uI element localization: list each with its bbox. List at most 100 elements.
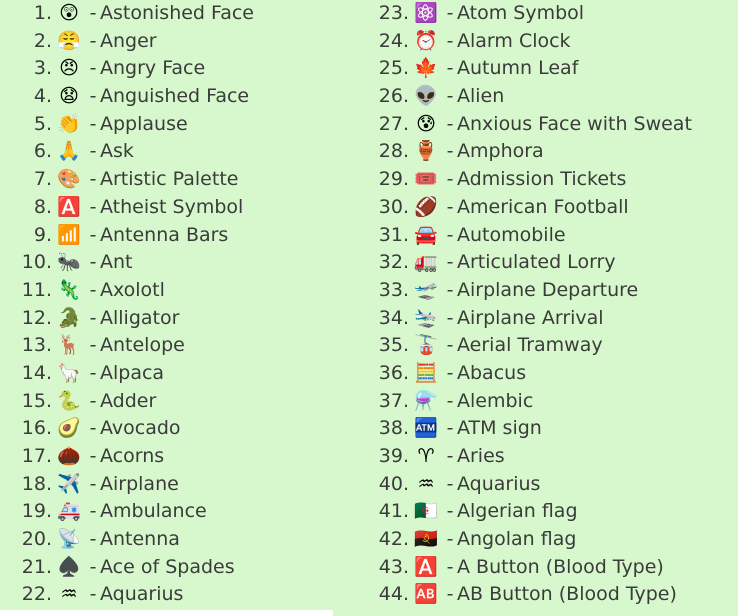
- list-item-number: 37.: [378, 389, 409, 412]
- list-item: 35. 🚡 - Aerial Tramway: [337, 332, 738, 360]
- list-item-separator: -: [446, 112, 454, 135]
- list-item-separator: -: [446, 140, 454, 163]
- right-column: 23. ⚛️ - Atom Symbol 24. ⏰ - Alarm Clock 25. 🍁 - Au…: [337, 0, 738, 616]
- list-item-separator: -: [89, 112, 97, 135]
- list-item-number: 20.: [21, 528, 52, 551]
- ambulance-emoji: 🚑: [57, 500, 81, 523]
- list-item-number: 28.: [378, 140, 409, 163]
- alembic-emoji: ⚗️: [414, 389, 438, 412]
- list-item-label: Ask: [100, 140, 134, 163]
- list-item-number: 19.: [21, 500, 52, 523]
- anxious-face-with-sweat-emoji: 😰: [416, 112, 436, 135]
- list-item-number: 40.: [378, 472, 409, 495]
- list-item-label: Alligator: [100, 306, 180, 329]
- articulated-lorry-emoji: 🚛: [414, 251, 438, 274]
- list-item-separator: -: [446, 251, 454, 274]
- list-item-label: ATM sign: [457, 417, 542, 440]
- list-item: 13. 🦌 - Antelope: [0, 332, 337, 360]
- list-item-label: Algerian flag: [457, 500, 578, 523]
- list-item: 18. ✈️ - Airplane: [0, 471, 337, 499]
- list-item-number: 18.: [21, 472, 52, 495]
- american-football-emoji: 🏈: [414, 195, 438, 218]
- list-item-label: Artistic Palette: [100, 168, 239, 191]
- list-item: 42. 🇦🇴 - Angolan flag: [337, 526, 738, 554]
- list-item: 40. ♒ - Aquarius: [337, 471, 738, 499]
- emoji-list-page: 1. 😲 - Astonished Face 2. 😤 - Anger 3. 😠 - Angry Fa…: [0, 0, 738, 616]
- list-item-number: 43.: [378, 555, 409, 578]
- acorns-chestnut-emoji: 🌰: [57, 445, 81, 467]
- list-item-label: Aries: [457, 445, 505, 467]
- angolan-flag-emoji: 🇦🇴: [414, 528, 438, 551]
- list-item-separator: -: [89, 528, 97, 551]
- airplane-arrival-emoji: 🛬: [414, 306, 438, 329]
- list-item-number: 4.: [33, 85, 52, 108]
- list-item-separator: -: [446, 583, 454, 606]
- list-item: 43. 🅰️ - A Button (Blood Type): [337, 554, 738, 582]
- alien-emoji: 👽: [414, 85, 438, 108]
- list-item: 22. ♒ - Aquarius: [0, 581, 337, 609]
- algerian-flag-emoji: 🇩🇿: [414, 500, 438, 523]
- list-item-separator: -: [89, 57, 97, 80]
- list-item-number: 42.: [378, 528, 409, 551]
- alarm-clock-emoji: ⏰: [414, 29, 438, 52]
- atheist-symbol-emoji: 🅰️: [57, 195, 81, 218]
- list-item-label: Anxious Face with Sweat: [457, 112, 692, 135]
- list-item-separator: -: [89, 361, 97, 384]
- list-item-separator: -: [446, 85, 454, 108]
- list-item-number: 7.: [33, 168, 52, 191]
- list-item-number: 13.: [21, 334, 52, 357]
- list-item-label: Airplane: [100, 472, 179, 495]
- list-item-label: Aerial Tramway: [457, 334, 603, 357]
- adder-snake-emoji: 🐍: [57, 389, 81, 412]
- admission-tickets-emoji: 🎟️: [414, 168, 438, 191]
- list-item-separator: -: [446, 528, 454, 551]
- list-item-label: Alien: [457, 85, 505, 108]
- alpaca-llama-emoji: 🦙: [57, 361, 81, 384]
- list-item-label: Alembic: [457, 389, 534, 412]
- list-item-number: 31.: [378, 223, 409, 246]
- list-item-separator: -: [89, 2, 97, 24]
- list-item: 27. 😰 - Anxious Face with Sweat: [337, 111, 738, 139]
- list-item: 8. 🅰️ - Atheist Symbol: [0, 194, 337, 222]
- list-item-label: Aquarius: [100, 583, 184, 606]
- aerial-tramway-emoji: 🚡: [414, 334, 438, 357]
- antelope-deer-emoji: 🦌: [57, 334, 81, 357]
- list-item: 11. 🦎 - Axolotl: [0, 277, 337, 305]
- list-item-separator: -: [89, 472, 97, 495]
- emoji-list-columns: 1. 😲 - Astonished Face 2. 😤 - Anger 3. 😠 - Angry Fa…: [0, 0, 738, 616]
- list-item-number: 38.: [378, 417, 409, 440]
- list-item-label: Antenna Bars: [100, 223, 229, 246]
- list-item-label: Angolan flag: [457, 528, 577, 551]
- anger-emoji: 😤: [57, 29, 81, 52]
- list-item-separator: -: [89, 278, 97, 301]
- list-item-separator: -: [446, 306, 454, 329]
- list-item-label: Airplane Departure: [457, 278, 639, 301]
- list-item-label: Airplane Arrival: [457, 306, 604, 329]
- list-item-number: 1.: [33, 2, 52, 24]
- list-item-number: 22.: [21, 583, 52, 606]
- list-item-separator: -: [446, 29, 454, 52]
- astonished-face-emoji: 😲: [59, 2, 79, 24]
- list-item-label: Applause: [100, 112, 188, 135]
- list-item-separator: -: [89, 389, 97, 412]
- atom-symbol-emoji: ⚛️: [414, 2, 438, 24]
- list-item-separator: -: [89, 306, 97, 329]
- list-item-separator: -: [446, 195, 454, 218]
- list-item-number: 8.: [33, 195, 52, 218]
- list-item: 20. 📡 - Antenna: [0, 526, 337, 554]
- list-item: 10. 🐜 - Ant: [0, 249, 337, 277]
- automobile-emoji: 🚘: [414, 223, 438, 246]
- list-item-separator: -: [446, 555, 454, 578]
- list-item-number: 34.: [378, 306, 409, 329]
- list-item-separator: -: [89, 555, 97, 578]
- list-item: 36. 🧮 - Abacus: [337, 360, 738, 388]
- list-item-number: 26.: [378, 85, 409, 108]
- list-item-label: Anguished Face: [100, 85, 250, 108]
- list-item-number: 15.: [21, 389, 52, 412]
- list-item-separator: -: [446, 472, 454, 495]
- ask-folded-hands-emoji: 🙏: [57, 140, 81, 163]
- list-item-label: Ace of Spades: [100, 555, 235, 578]
- list-item: 34. 🛬 - Airplane Arrival: [337, 305, 738, 333]
- list-item: 4. 😧 - Anguished Face: [0, 83, 337, 111]
- list-item-number: 24.: [378, 29, 409, 52]
